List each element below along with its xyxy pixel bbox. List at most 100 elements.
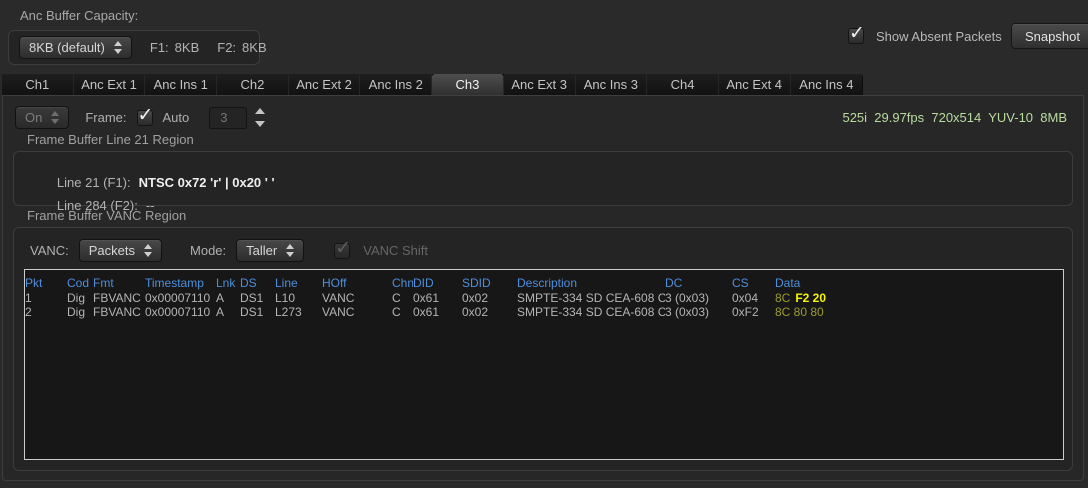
- vanc-mode-dropdown-value: Packets: [89, 243, 135, 258]
- col-hoff: HOff: [322, 270, 392, 291]
- col-line: Line: [275, 270, 322, 291]
- cell-data: 8C 80 80: [775, 305, 1063, 319]
- line21-region-title: Frame Buffer Line 21 Region: [27, 132, 194, 147]
- frame-label: Frame:: [85, 110, 126, 125]
- cell-line: L273: [275, 305, 322, 319]
- cell-pkt: 1: [25, 291, 67, 305]
- cell-data: 8CF2 20: [775, 291, 1063, 305]
- auto-label: Auto: [163, 110, 190, 125]
- cell-hoff: VANC: [322, 291, 392, 305]
- cell-fmt: FBVANC: [93, 305, 145, 319]
- show-absent-packets-control: ✓ Show Absent Packets: [848, 28, 1002, 44]
- packet-row[interactable]: 1 Dig FBVANC 0x00007110 A DS1 L10 VANC C…: [25, 291, 1063, 305]
- tab-anc-ins-4[interactable]: Anc Ins 4: [791, 74, 863, 95]
- cell-description: SMPTE-334 SD CEA-608 CC: [517, 305, 665, 319]
- taller-mode-dropdown[interactable]: Taller: [236, 239, 304, 262]
- tab-anc-ext-4[interactable]: Anc Ext 4: [719, 74, 791, 95]
- frame-number-stepper[interactable]: [255, 108, 265, 127]
- cell-did: 0x61: [413, 291, 462, 305]
- snapshot-button[interactable]: Snapshot: [1011, 23, 1088, 49]
- frame-number-field[interactable]: 3: [209, 107, 247, 129]
- ch3-tab-page: On Frame: ✓ Auto 3 525i 29.97fps 720x514…: [2, 95, 1084, 481]
- vanc-region-title: Frame Buffer VANC Region: [27, 208, 186, 223]
- checkmark-icon: ✓: [335, 237, 351, 260]
- cell-fmt: FBVANC: [93, 291, 145, 305]
- cell-lnk: A: [216, 291, 240, 305]
- packet-table-container: Pkt Cod Fmt Timestamp Lnk DS Line HOff C…: [24, 269, 1064, 460]
- updown-arrows-icon: [144, 244, 152, 257]
- col-cs: CS: [732, 270, 775, 291]
- capacity-dropdown-value: 8KB (default): [29, 40, 105, 55]
- tab-anc-ext-2[interactable]: Anc Ext 2: [289, 74, 361, 95]
- show-absent-packets-label: Show Absent Packets: [876, 29, 1002, 44]
- cell-cs: 0xF2: [732, 305, 775, 319]
- col-did: DID: [413, 270, 462, 291]
- vanc-shift-label: VANC Shift: [363, 243, 428, 258]
- tab-ch4[interactable]: Ch4: [647, 74, 719, 95]
- cell-ds: DS1: [240, 291, 275, 305]
- updown-arrows-icon: [286, 244, 294, 257]
- col-lnk: Lnk: [216, 270, 240, 291]
- cell-did: 0x61: [413, 305, 462, 319]
- col-timestamp: Timestamp: [145, 270, 216, 291]
- packet-table-header: Pkt Cod Fmt Timestamp Lnk DS Line HOff C…: [25, 270, 1063, 291]
- col-dc: DC: [665, 270, 732, 291]
- cell-dc: 3 (0x03): [665, 305, 732, 319]
- tab-anc-ins-3[interactable]: Anc Ins 3: [576, 74, 648, 95]
- cell-lnk: A: [216, 305, 240, 319]
- cell-dc: 3 (0x03): [665, 291, 732, 305]
- cell-ds: DS1: [240, 305, 275, 319]
- on-dropdown-value: On: [25, 110, 42, 125]
- vanc-region-box: VANC: Packets Mode: Taller ✓ VANC Shift: [13, 227, 1073, 471]
- checkmark-icon: ✓: [849, 22, 865, 45]
- line21-region-box: Line 21 (F1):NTSC 0x72 'r' | 0x20 ' ' Li…: [13, 151, 1073, 206]
- packet-row[interactable]: 2 Dig FBVANC 0x00007110 A DS1 L273 VANC …: [25, 305, 1063, 319]
- col-sdid: SDID: [462, 270, 517, 291]
- show-absent-packets-checkbox[interactable]: ✓: [848, 28, 864, 44]
- on-dropdown[interactable]: On: [15, 106, 69, 129]
- tab-anc-ins-2[interactable]: Anc Ins 2: [360, 74, 432, 95]
- tab-anc-ext-3[interactable]: Anc Ext 3: [504, 74, 576, 95]
- vanc-shift-checkbox[interactable]: ✓: [334, 243, 350, 259]
- tab-anc-ins-1[interactable]: Anc Ins 1: [145, 74, 217, 95]
- cell-sdid: 0x02: [462, 291, 517, 305]
- taller-mode-dropdown-value: Taller: [246, 243, 277, 258]
- spin-up-icon[interactable]: [255, 108, 265, 114]
- col-description: Description: [517, 270, 665, 291]
- packet-table: Pkt Cod Fmt Timestamp Lnk DS Line HOff C…: [25, 270, 1063, 319]
- tab-anc-ext-1[interactable]: Anc Ext 1: [74, 74, 146, 95]
- cell-timestamp: 0x00007110: [145, 291, 216, 305]
- col-pkt: Pkt: [25, 270, 67, 291]
- col-cod: Cod: [67, 270, 93, 291]
- auto-checkbox[interactable]: ✓: [137, 110, 153, 126]
- tab-ch2[interactable]: Ch2: [217, 74, 289, 95]
- capacity-dropdown[interactable]: 8KB (default): [19, 36, 132, 59]
- col-chn: Chn: [392, 270, 413, 291]
- cell-cs: 0x04: [732, 291, 775, 305]
- checkmark-icon: ✓: [138, 104, 154, 127]
- f1-capacity: F1:8KB: [150, 40, 199, 55]
- updown-arrows-icon: [114, 41, 122, 54]
- tab-ch3[interactable]: Ch3: [432, 74, 504, 95]
- col-ds: DS: [240, 270, 275, 291]
- updown-arrows-icon: [51, 111, 59, 124]
- col-fmt: Fmt: [93, 270, 145, 291]
- spin-down-icon[interactable]: [255, 121, 265, 127]
- cell-sdid: 0x02: [462, 305, 517, 319]
- cell-chn: C: [392, 305, 413, 319]
- cell-hoff: VANC: [322, 305, 392, 319]
- vanc-mode-dropdown[interactable]: Packets: [79, 239, 162, 262]
- cell-cod: Dig: [67, 305, 93, 319]
- cell-cod: Dig: [67, 291, 93, 305]
- vanc-label: VANC:: [30, 243, 69, 258]
- vanc-shift-control: ✓ VANC Shift: [334, 243, 428, 259]
- col-data: Data: [775, 270, 1063, 291]
- channel-tabs: Ch1 Anc Ext 1 Anc Ins 1 Ch2 Anc Ext 2 An…: [2, 74, 863, 95]
- cell-description: SMPTE-334 SD CEA-608 CC: [517, 291, 665, 305]
- f2-capacity: F2:8KB: [217, 40, 266, 55]
- tab-ch1[interactable]: Ch1: [2, 74, 74, 95]
- cell-line: L10: [275, 291, 322, 305]
- video-format-info: 525i 29.97fps 720x514 YUV-10 8MB: [842, 110, 1067, 125]
- cell-chn: C: [392, 291, 413, 305]
- vanc-controls-row: VANC: Packets Mode: Taller ✓ VANC Shift: [30, 239, 428, 262]
